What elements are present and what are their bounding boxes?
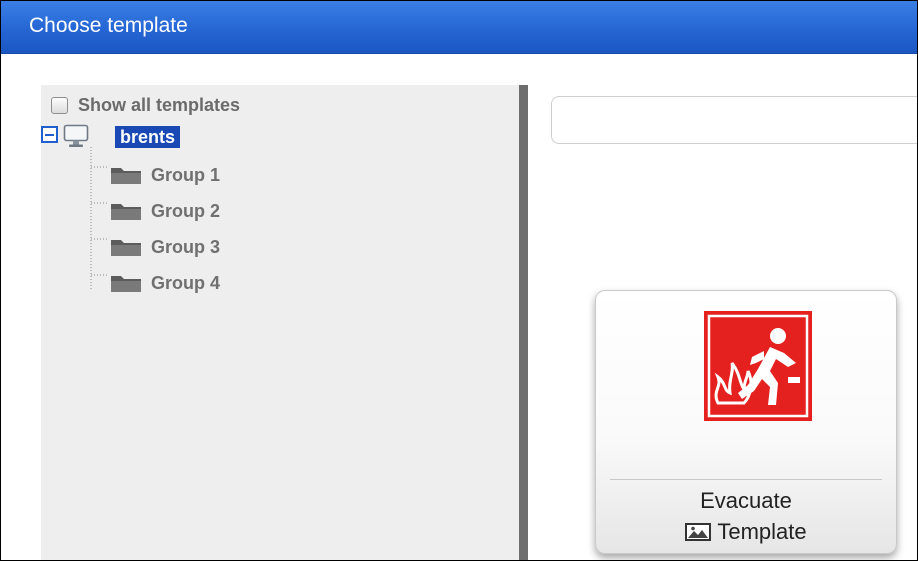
folder-icon — [111, 204, 141, 220]
collapse-icon[interactable] — [41, 126, 58, 143]
group-label: Group 2 — [151, 200, 221, 221]
group-label: Group 3 — [151, 236, 221, 257]
tree-item-group-3[interactable]: Group 3 — [109, 233, 220, 261]
choose-template-dialog: Choose template Show all templates brent… — [0, 0, 918, 561]
dialog-title: Choose template — [29, 14, 188, 37]
folder-icon — [111, 168, 141, 184]
show-all-templates-option[interactable]: Show all templates — [51, 93, 240, 117]
search-input[interactable] — [551, 96, 917, 144]
card-divider — [610, 479, 882, 480]
tree-item-group-2[interactable]: Group 2 — [109, 197, 220, 225]
show-all-label: Show all templates — [78, 94, 241, 115]
template-type-label: Template — [717, 519, 807, 544]
template-name: Evacuate — [700, 488, 792, 513]
image-icon — [685, 523, 712, 541]
evacuate-sign-icon — [704, 311, 812, 421]
folder-icon — [111, 276, 141, 292]
show-all-checkbox[interactable] — [51, 96, 68, 114]
tree-root-label[interactable]: brents — [115, 126, 181, 148]
dialog-titlebar: Choose template — [1, 1, 917, 54]
folder-icon — [111, 240, 141, 256]
template-tree-panel: Show all templates brents Group 1 Group … — [41, 85, 519, 560]
monitor-icon — [63, 124, 89, 147]
panel-splitter[interactable] — [519, 85, 528, 560]
group-label: Group 1 — [151, 164, 221, 185]
group-label: Group 4 — [151, 272, 221, 293]
template-type: Template — [596, 518, 896, 546]
tree-item-group-1[interactable]: Group 1 — [109, 161, 220, 189]
tree-item-group-4[interactable]: Group 4 — [109, 269, 220, 297]
template-card-evacuate[interactable]: Evacuate Template — [595, 290, 897, 554]
